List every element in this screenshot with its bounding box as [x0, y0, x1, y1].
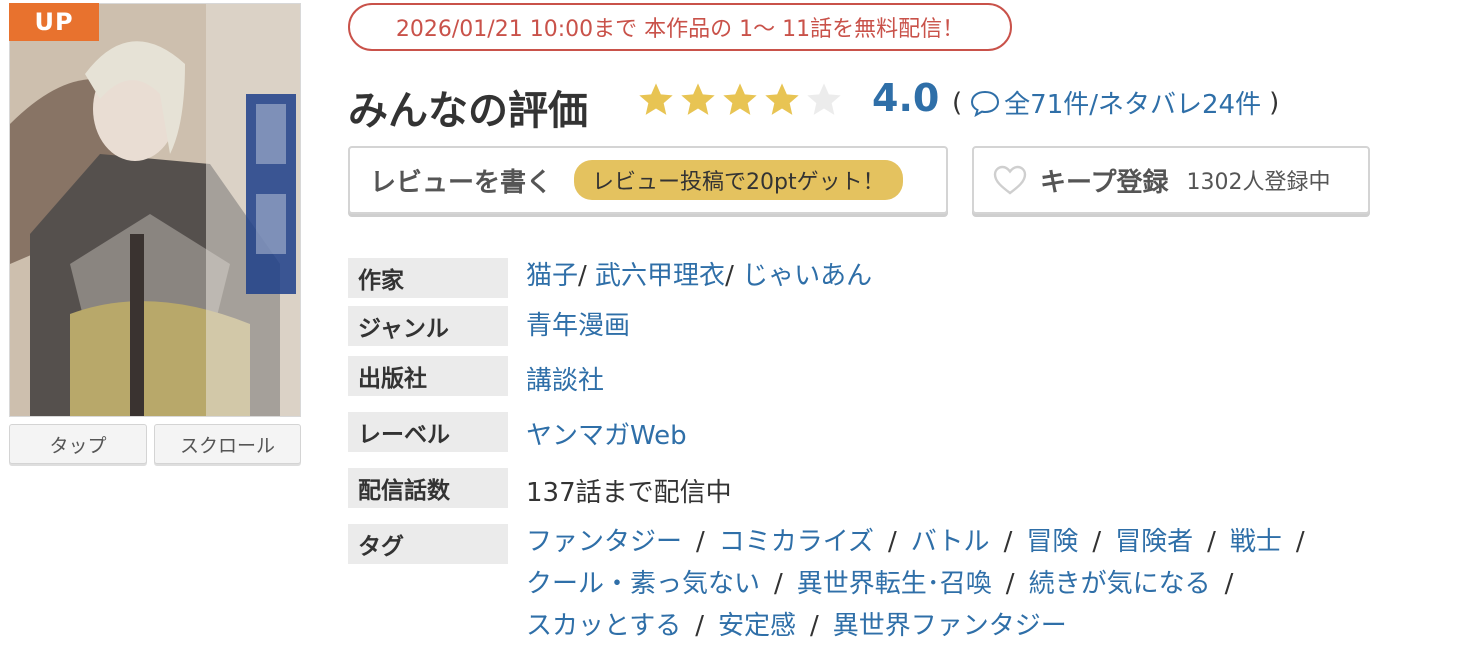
review-list-link[interactable]: 全71件/ネタバレ24件: [970, 84, 1261, 121]
episodes-label: 配信話数: [348, 468, 508, 508]
separator: /: [888, 527, 897, 557]
tag-link[interactable]: バトル: [911, 527, 990, 557]
separator: /: [578, 261, 596, 291]
tags-line-1: ファンタジー / コミカライズ / バトル / 冒険 / 冒険者 / 戦士 /: [526, 521, 1319, 558]
write-review-button[interactable]: レビューを書く レビュー投稿で20ptゲット！: [348, 146, 948, 214]
tag-link[interactable]: 冒険者: [1115, 527, 1193, 557]
separator: /: [695, 611, 704, 641]
tap-viewer-button[interactable]: タップ: [9, 424, 147, 464]
keep-label: キープ登録: [1040, 167, 1169, 198]
cover-illustration: [10, 4, 300, 416]
cover-image[interactable]: [9, 3, 301, 417]
star-filled-icon: [723, 83, 757, 115]
write-review-label: レビューを書く: [370, 167, 553, 198]
tag-link[interactable]: クール・素っ気ない: [526, 569, 760, 599]
review-count: ( 全71件/ネタバレ24件 ): [952, 84, 1279, 121]
tags-label: タグ: [348, 524, 508, 564]
genre-value: 青年漫画: [526, 305, 630, 342]
separator: /: [1005, 569, 1015, 599]
author-label: 作家: [348, 258, 508, 298]
tags-line-3: スカッとする / 安定感 / 異世界ファンタジー: [526, 605, 1067, 642]
episodes-value: 137話まで配信中: [526, 478, 732, 508]
rating-title: みんなの評価: [348, 88, 588, 134]
separator: /: [1207, 527, 1216, 557]
scroll-viewer-button[interactable]: スクロール: [154, 424, 301, 464]
tag-link[interactable]: 戦士: [1230, 527, 1282, 557]
label-value: ヤンマガWeb: [526, 415, 687, 452]
publisher-link[interactable]: 講談社: [526, 366, 604, 396]
tag-link[interactable]: 異世界転生･召喚: [797, 569, 992, 599]
star-filled-icon: [765, 83, 799, 115]
review-count-text: 全71件/ネタバレ24件: [1004, 90, 1262, 120]
author-values: 猫子/ 武六甲理衣/ じゃいあん: [526, 255, 872, 292]
author-link[interactable]: 武六甲理衣: [595, 261, 725, 291]
separator: /: [1003, 527, 1013, 557]
separator: /: [725, 261, 743, 291]
tag-link[interactable]: 続きが気になる: [1029, 569, 1211, 599]
paren-close: ): [1269, 87, 1280, 118]
label-label: レーベル: [348, 412, 508, 452]
separator: /: [696, 527, 705, 557]
separator: /: [1224, 569, 1234, 599]
star-filled-icon: [639, 83, 673, 115]
update-badge: UP: [9, 3, 99, 41]
genre-label: ジャンル: [348, 306, 508, 346]
tag-link[interactable]: スカッとする: [526, 611, 681, 641]
rating-stars: [636, 80, 844, 120]
paren-open: (: [952, 87, 963, 118]
label-link[interactable]: ヤンマガWeb: [526, 421, 687, 451]
rating-score: 4.0: [872, 76, 940, 120]
separator: /: [810, 611, 819, 641]
tags-line-2: クール・素っ気ない / 異世界転生･召喚 / 続きが気になる /: [526, 563, 1247, 600]
free-campaign-notice: 2026/01/21 10:00まで 本作品の 1〜 11話を無料配信！: [348, 3, 1012, 51]
author-link[interactable]: 猫子: [526, 261, 578, 291]
star-filled-icon: [681, 83, 715, 115]
publisher-value: 講談社: [526, 360, 604, 397]
speech-bubble-icon: [971, 90, 1000, 117]
genre-link[interactable]: 青年漫画: [526, 311, 630, 341]
keep-button[interactable]: キープ登録 1302人登録中: [972, 146, 1370, 214]
star-empty-icon: [807, 83, 841, 115]
tag-link[interactable]: 異世界ファンタジー: [833, 611, 1067, 641]
heart-icon: [993, 165, 1027, 195]
tag-link[interactable]: コミカライズ: [719, 527, 874, 557]
author-link[interactable]: じゃいあん: [742, 261, 872, 291]
tag-link[interactable]: ファンタジー: [526, 527, 682, 557]
keep-count: 1302人登録中: [1186, 170, 1331, 195]
review-point-pill: レビュー投稿で20ptゲット！: [574, 160, 903, 200]
tag-link[interactable]: 安定感: [718, 611, 796, 641]
publisher-label: 出版社: [348, 356, 508, 396]
separator: /: [1295, 527, 1305, 557]
separator: /: [774, 569, 783, 599]
tag-link[interactable]: 冒険: [1026, 527, 1078, 557]
separator: /: [1092, 527, 1102, 557]
